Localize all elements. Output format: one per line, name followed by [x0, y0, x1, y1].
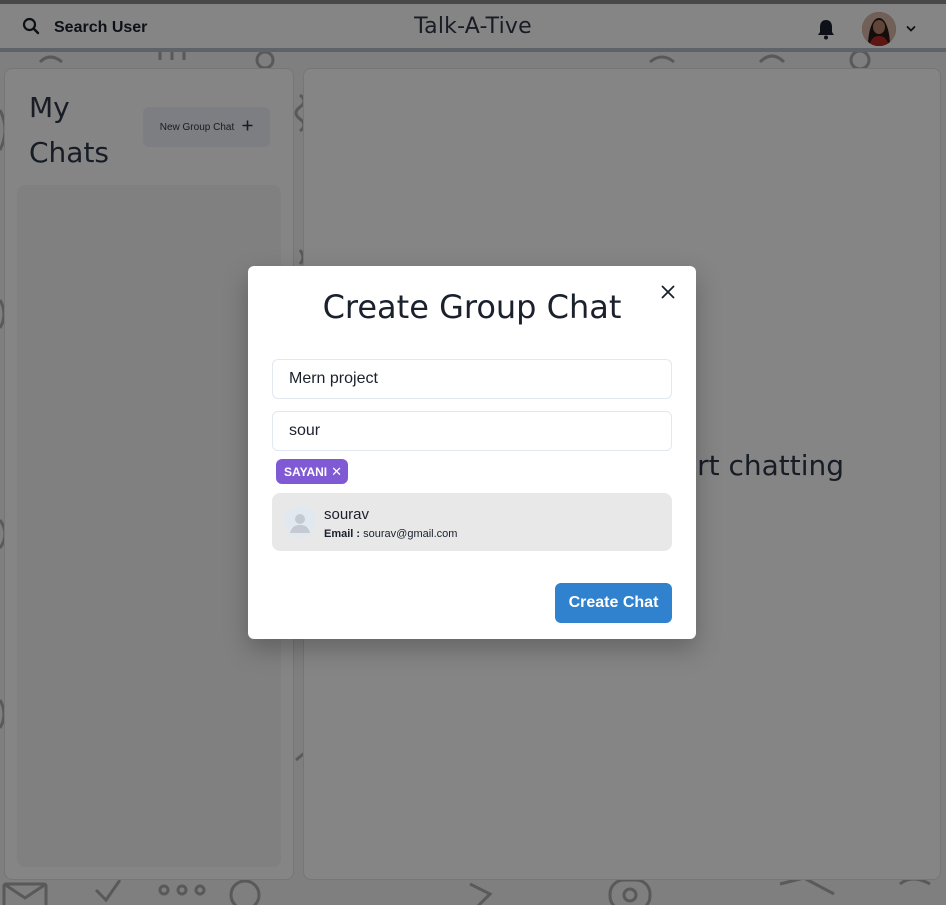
- chat-name-input[interactable]: [272, 359, 672, 399]
- user-name: sourav: [324, 506, 370, 523]
- remove-user-icon[interactable]: ✕: [331, 464, 342, 480]
- user-email: Email : sourav@gmail.com: [324, 528, 457, 540]
- selected-user-badge: SAYANI ✕: [276, 459, 349, 484]
- selected-user-badge-label: SAYANI: [284, 464, 328, 479]
- create-group-chat-modal: Create Group Chat SAYANI ✕ sourav Email …: [248, 266, 696, 639]
- close-icon[interactable]: [654, 278, 682, 306]
- user-avatar-icon: [284, 506, 316, 538]
- user-email-value: sourav@gmail.com: [363, 528, 458, 540]
- user-email-label: Email :: [324, 528, 361, 540]
- modal-title: Create Group Chat: [322, 288, 622, 326]
- add-users-search-input[interactable]: [272, 411, 672, 451]
- create-chat-button[interactable]: Create Chat: [555, 583, 672, 623]
- user-search-result[interactable]: sourav Email : sourav@gmail.com: [272, 493, 672, 551]
